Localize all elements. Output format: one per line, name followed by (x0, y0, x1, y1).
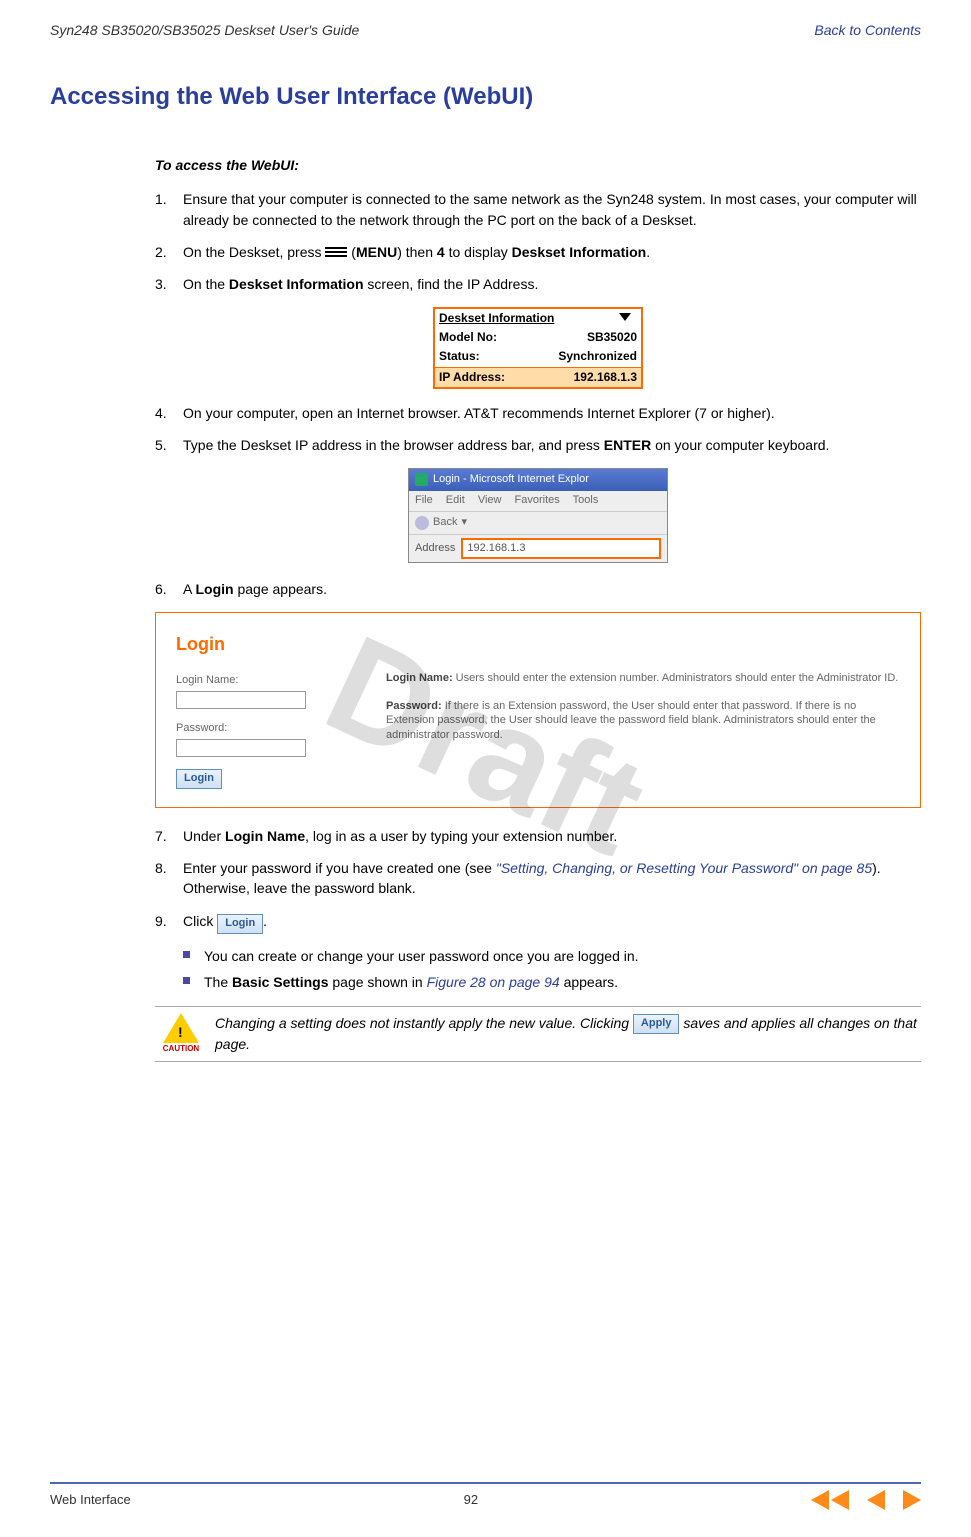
browser-screenshot: Login - Microsoft Internet Explor File E… (408, 468, 668, 564)
login-button-inline: Login (217, 914, 263, 934)
login-name-field (176, 691, 306, 709)
step-number: 5. (155, 435, 183, 455)
deskset-info-title: Deskset Information (439, 311, 554, 325)
nav-prev-icon[interactable] (867, 1490, 885, 1510)
ie-icon (415, 473, 428, 486)
password-label: Password: (176, 721, 356, 737)
step-number: 3. (155, 274, 183, 294)
menu-icon (325, 245, 347, 259)
step-text: On the Deskset, press (MENU) then 4 to d… (183, 242, 921, 262)
caution-label: CAUTION (155, 1043, 207, 1055)
address-bar: 192.168.1.3 (461, 538, 661, 560)
step-number: 9. (155, 911, 183, 934)
cross-ref-link[interactable]: "Setting, Changing, or Resetting Your Pa… (496, 860, 872, 876)
deskset-row-value: Synchronized (558, 348, 637, 365)
step-number: 8. (155, 858, 183, 899)
deskset-row-label: IP Address: (439, 369, 505, 386)
step-number: 7. (155, 826, 183, 846)
bullet-icon (183, 977, 190, 984)
step-text: A Login page appears. (183, 579, 921, 599)
step-text: Click Login. (183, 911, 921, 934)
back-to-contents-link[interactable]: Back to Contents (814, 20, 921, 40)
login-heading: Login (176, 631, 356, 657)
step-text: Under Login Name, log in as a user by ty… (183, 826, 921, 846)
apply-button: Apply (633, 1014, 680, 1034)
sub-bullet-text: You can create or change your user passw… (204, 946, 639, 966)
address-label: Address (415, 541, 455, 557)
browser-menus: File Edit View Favorites Tools (409, 491, 667, 511)
login-button: Login (176, 769, 222, 789)
doc-title: Syn248 SB35020/SB35025 Deskset User's Gu… (50, 20, 359, 40)
bullet-icon (183, 951, 190, 958)
step-text: Ensure that your computer is connected t… (183, 189, 921, 230)
step-number: 4. (155, 403, 183, 423)
nav-first-icon[interactable] (811, 1490, 829, 1510)
back-icon (415, 516, 429, 530)
caution-note: CAUTION Changing a setting does not inst… (155, 1006, 921, 1062)
footer-section: Web Interface (50, 1491, 131, 1510)
sub-bullet-text: The Basic Settings page shown in Figure … (204, 972, 618, 992)
deskset-info-box: Deskset Information Model No: SB35020 St… (433, 307, 643, 390)
nav-first-icon[interactable] (831, 1490, 849, 1510)
deskset-row-label: Model No: (439, 329, 497, 346)
password-field (176, 739, 306, 757)
step-text: On your computer, open an Internet brows… (183, 403, 921, 423)
login-name-label: Login Name: (176, 673, 356, 689)
deskset-row-value: 192.168.1.3 (574, 369, 637, 386)
step-number: 6. (155, 579, 183, 599)
sub-heading: To access the WebUI: (155, 155, 921, 175)
step-text: On the Deskset Information screen, find … (183, 274, 921, 294)
step-text: Enter your password if you have created … (183, 858, 921, 899)
deskset-row-value: SB35020 (587, 329, 637, 346)
cross-ref-link[interactable]: Figure 28 on page 94 (427, 974, 560, 990)
browser-toolbar: Back▾ (409, 511, 667, 534)
page-title: Accessing the Web User Interface (WebUI) (50, 80, 921, 115)
deskset-row-label: Status: (439, 348, 480, 365)
step-text: Type the Deskset IP address in the brows… (183, 435, 921, 455)
page-number: 92 (464, 1491, 478, 1510)
browser-window-title: Login - Microsoft Internet Explor (433, 472, 589, 488)
login-screenshot: Login Login Name: Password: Login Login … (155, 612, 921, 808)
caution-icon (163, 1013, 199, 1043)
chevron-down-icon (619, 313, 631, 321)
step-number: 1. (155, 189, 183, 230)
nav-next-icon[interactable] (903, 1490, 921, 1510)
step-number: 2. (155, 242, 183, 262)
